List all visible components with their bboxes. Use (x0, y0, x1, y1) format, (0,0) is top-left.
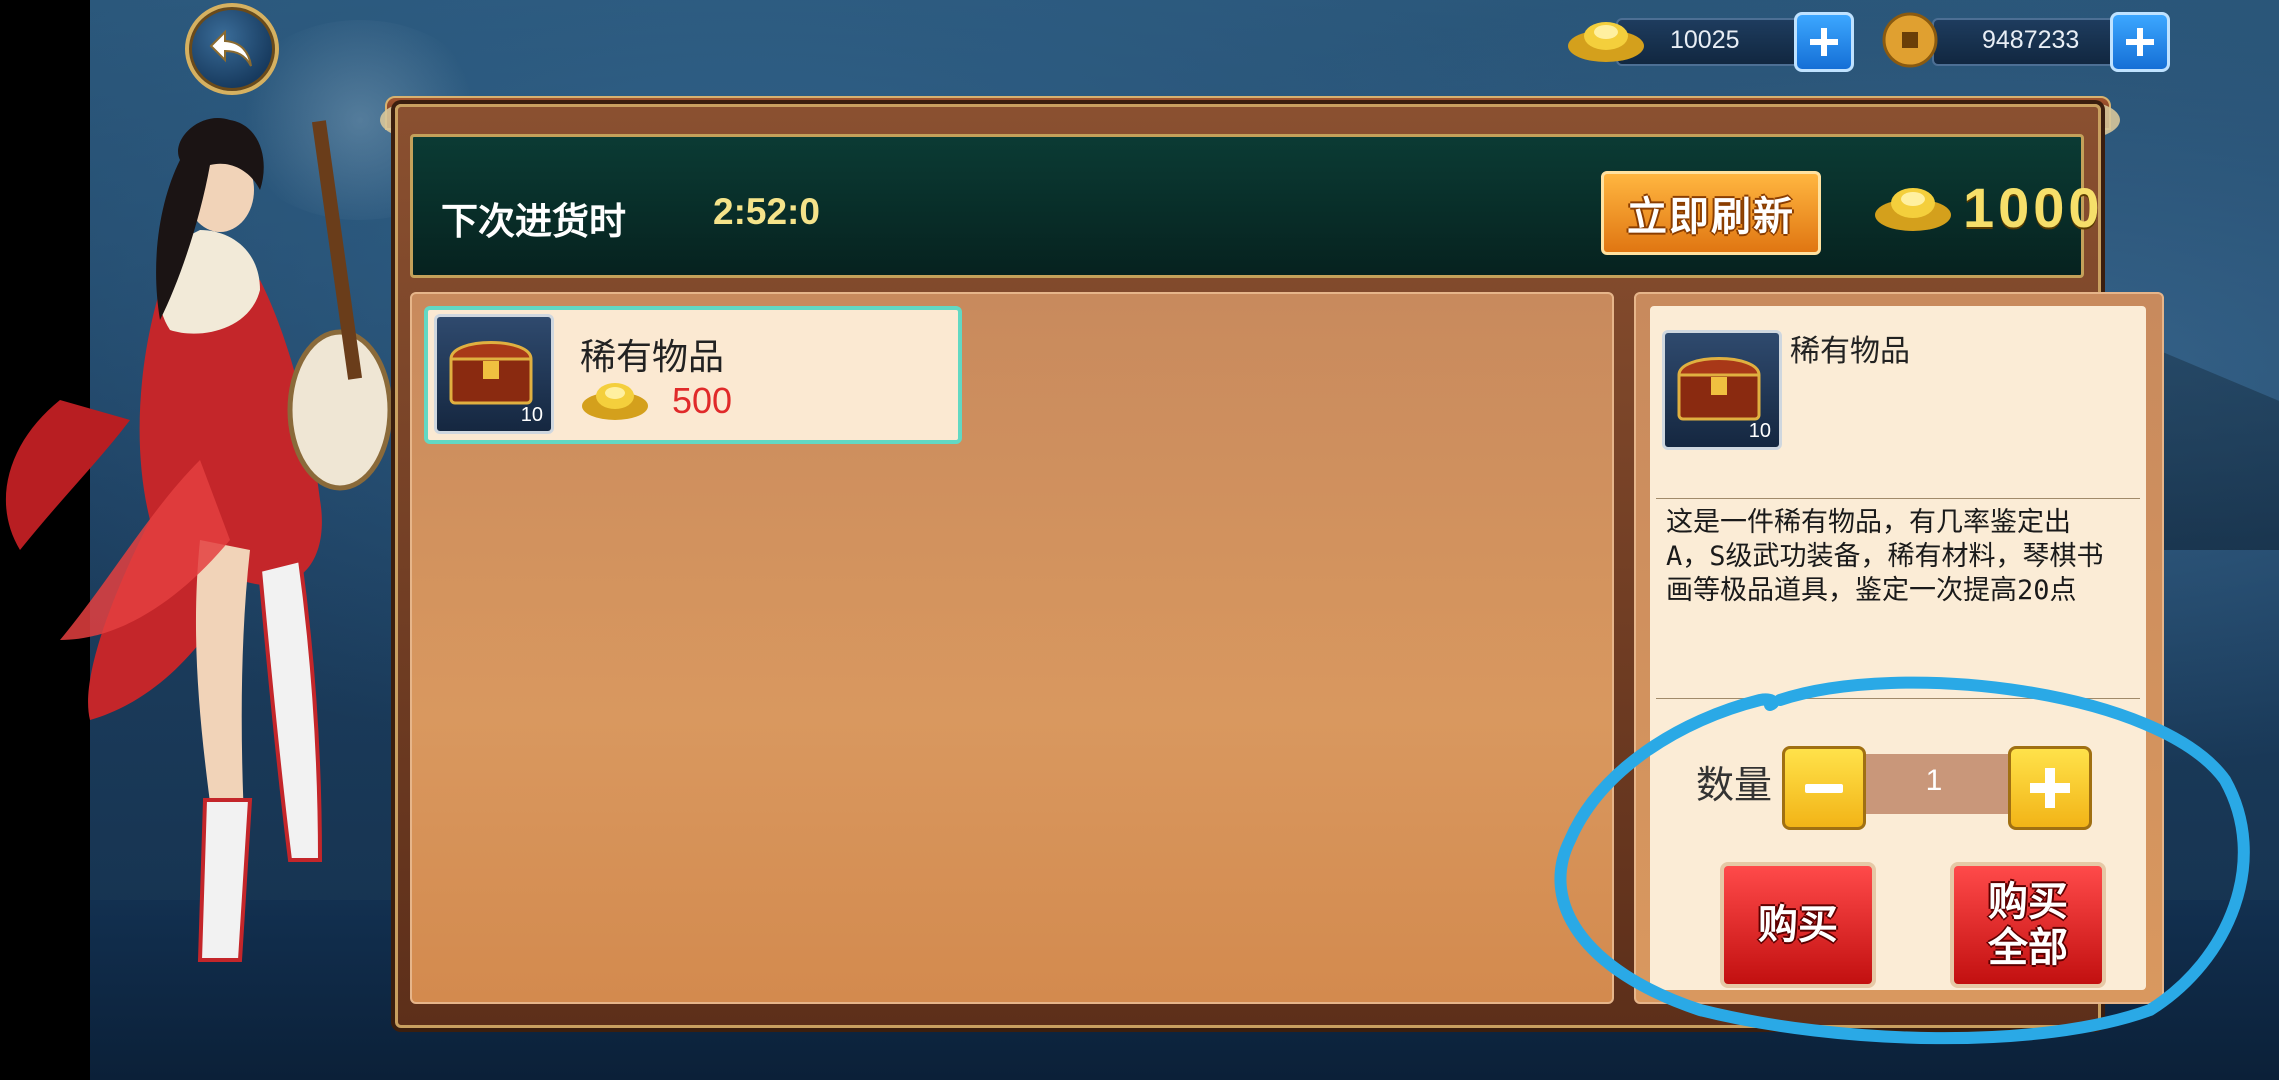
gold-value: 10025 (1670, 26, 1740, 54)
description-line: A，S级武功装备，稀有材料，琴棋书 (1666, 541, 2104, 572)
restock-timer: 2:52:0 (713, 191, 820, 232)
buy-all-button[interactable]: 购买 全部 (1950, 862, 2106, 988)
item-thumbnail: 10 (434, 314, 554, 434)
item-stack-count: 10 (520, 404, 543, 426)
gold-ingot-icon (1875, 188, 1951, 231)
buy-all-label-line1: 购买 (1988, 879, 2068, 925)
add-gold-button[interactable] (1794, 12, 1854, 72)
quantity-label: 数量 (1696, 763, 1773, 807)
item-list-panel: 10 稀有物品 500 (410, 292, 1614, 1004)
character-illustration (5, 118, 393, 962)
quantity-increase-button[interactable] (2008, 746, 2092, 830)
item-price: 500 (672, 380, 733, 421)
description-line: 画等极品道具，鉴定一次提高20点 (1666, 575, 2077, 606)
buy-button[interactable]: 购买 (1720, 862, 1876, 988)
shop-header: 下次进货时 2:52:0 立即刷新 1000 (410, 134, 2100, 278)
quantity-decrease-button[interactable] (1782, 746, 1866, 830)
detail-thumbnail: 10 (1662, 330, 1782, 450)
description-line: 这是一件稀有物品，有几率鉴定出 (1666, 507, 2071, 538)
quantity-value: 1 (1925, 764, 1943, 797)
divider (1656, 498, 2140, 499)
gold-ingot-icon (1568, 22, 1644, 62)
plus-icon (2126, 28, 2154, 56)
coin-value: 9487233 (1982, 26, 2080, 54)
detail-stack-count: 10 (1748, 420, 1771, 442)
detail-item-name: 稀有物品 (1790, 334, 1910, 369)
detail-paper: 10 稀有物品 这是一件稀有物品，有几率鉴定出 A，S级武功装备，稀有材料，琴棋… (1650, 306, 2146, 990)
add-coin-button[interactable] (2110, 12, 2170, 72)
buy-all-label-line2: 全部 (1988, 925, 2068, 971)
restock-label: 下次进货时 (441, 200, 626, 243)
gold-currency: 10025 (1566, 12, 1856, 72)
copper-coin-icon (1882, 12, 1938, 68)
coin-currency: 9487233 (1882, 12, 2172, 72)
gold-ingot-icon (582, 383, 648, 420)
divider (1656, 698, 2140, 699)
item-description: 这是一件稀有物品，有几率鉴定出 A，S级武功装备，稀有材料，琴棋书 画等极品道具… (1666, 506, 2132, 608)
plus-icon (1810, 28, 1838, 56)
back-arrow-icon (209, 29, 252, 67)
item-name: 稀有物品 (580, 337, 725, 378)
shop-item-card[interactable]: 10 稀有物品 500 (424, 306, 962, 444)
item-detail-panel: 10 稀有物品 这是一件稀有物品，有几率鉴定出 A，S级武功装备，稀有材料，琴棋… (1634, 292, 2164, 1004)
minus-icon (1805, 784, 1843, 793)
refresh-now-button[interactable]: 立即刷新 (1601, 171, 1821, 255)
plus-icon (2030, 768, 2070, 808)
refresh-cost: 1000 (1963, 176, 2104, 239)
quantity-field[interactable]: 1 (1860, 754, 2008, 814)
